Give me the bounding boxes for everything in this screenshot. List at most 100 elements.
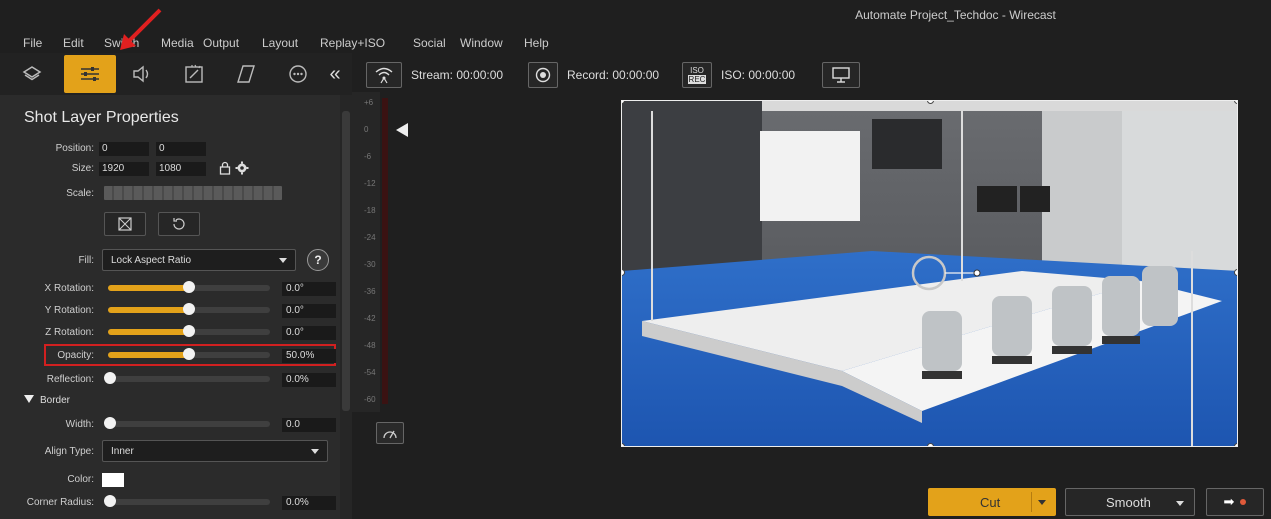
more-icon[interactable] (272, 55, 324, 93)
menu-output[interactable]: Output (203, 36, 239, 50)
reset-button[interactable] (158, 212, 200, 236)
reset-icon (173, 218, 185, 230)
corner-radius-value[interactable]: 0.0% (282, 496, 336, 510)
menu-window[interactable]: Window (460, 36, 503, 50)
scale-slider[interactable] (104, 186, 282, 200)
reflection-label: Reflection: (46, 374, 94, 385)
position-label: Position: (55, 143, 94, 154)
width-value[interactable]: 0.0 (282, 418, 336, 432)
y-rotation-value[interactable]: 0.0° (282, 304, 336, 318)
gear-icon[interactable] (235, 161, 249, 180)
menu-layout[interactable]: Layout (262, 36, 298, 50)
position-x-field[interactable]: 0 (99, 142, 149, 156)
z-rotation-slider[interactable] (108, 325, 270, 337)
preview-canvas[interactable] (621, 100, 1238, 447)
z-rotation-value[interactable]: 0.0° (282, 326, 336, 340)
go-button[interactable]: ➡ (1206, 488, 1264, 516)
slider-knob[interactable] (183, 325, 195, 337)
properties-scrollbar[interactable] (340, 95, 352, 519)
chevron-down-icon (279, 258, 287, 263)
chevron-down-icon[interactable] (1038, 500, 1046, 505)
width-slider[interactable] (104, 417, 270, 429)
meter-tick: -6 (364, 152, 372, 161)
menu-edit[interactable]: Edit (63, 36, 84, 50)
meter-tick: 0 (364, 125, 369, 134)
menu-file[interactable]: File (23, 36, 42, 50)
meter-tick: -48 (364, 341, 376, 350)
lock-icon[interactable] (219, 161, 231, 180)
panel-title: Shot Layer Properties (24, 109, 179, 126)
slider-knob[interactable] (183, 348, 195, 360)
reflection-slider[interactable] (104, 372, 270, 384)
position-y-field[interactable]: 0 (156, 142, 206, 156)
meter-bar (382, 98, 388, 404)
x-rotation-value[interactable]: 0.0° (282, 282, 336, 296)
slider-knob[interactable] (104, 417, 116, 429)
display-button[interactable] (822, 62, 860, 88)
magic-icon[interactable] (168, 55, 220, 93)
menu-social[interactable]: Social (413, 36, 446, 50)
resize-handle[interactable] (1234, 269, 1237, 276)
slider-knob[interactable] (104, 495, 116, 507)
slider-knob[interactable] (183, 281, 195, 293)
collapse-icon[interactable]: « (318, 55, 352, 93)
corner-radius-slider[interactable] (104, 495, 270, 507)
stream-button[interactable] (366, 62, 402, 88)
window-title: Automate Project_Techdoc - Wirecast (855, 8, 1056, 22)
help-button[interactable]: ? (307, 249, 329, 271)
border-section-label[interactable]: Border (40, 395, 70, 406)
stream-status: Stream: 00:00:00 (411, 68, 504, 82)
size-height-field[interactable]: 1080 (156, 162, 206, 176)
menu-replay-iso[interactable]: Replay+ISO (320, 36, 385, 50)
record-button[interactable] (528, 62, 558, 88)
scrollbar-thumb[interactable] (342, 111, 350, 411)
menu-bar: File Edit Switch Media Output Layout Rep… (0, 33, 560, 53)
meter-settings-button[interactable] (376, 422, 404, 444)
opacity-slider[interactable] (108, 348, 270, 360)
x-rotation-slider[interactable] (108, 281, 270, 293)
audio-icon[interactable] (116, 55, 168, 93)
meter-tick: +6 (364, 98, 374, 107)
arrow-right-icon: ➡ (1223, 494, 1235, 509)
smooth-label: Smooth (1106, 494, 1151, 510)
menu-media[interactable]: Media (161, 36, 194, 50)
fit-button[interactable] (104, 212, 146, 236)
smooth-button[interactable]: Smooth (1065, 488, 1195, 516)
slider-knob[interactable] (104, 372, 116, 384)
cut-button[interactable]: Cut (928, 488, 1056, 516)
y-rotation-slider[interactable] (108, 303, 270, 315)
triangle-down-icon[interactable] (24, 395, 34, 403)
iso-record-button[interactable]: ISO REC (682, 62, 712, 88)
iso-label-bottom: REC (687, 75, 707, 84)
skew-icon[interactable] (220, 55, 272, 93)
fill-value: Lock Aspect Ratio (111, 255, 192, 266)
chevron-down-icon[interactable] (1176, 501, 1184, 506)
shot-layer-properties: Shot Layer Properties Position: 0 0 Size… (0, 95, 340, 519)
resize-handle[interactable] (622, 443, 625, 446)
z-rotation-label: Z Rotation: (45, 327, 94, 338)
meter-tick: -18 (364, 206, 376, 215)
color-swatch[interactable] (102, 473, 124, 487)
reflection-value[interactable]: 0.0% (282, 373, 336, 387)
opacity-value[interactable]: 50.0% (282, 349, 336, 363)
resize-handle[interactable] (1234, 443, 1237, 446)
size-width-field[interactable]: 1920 (99, 162, 149, 176)
size-label: Size: (71, 163, 94, 174)
left-panel: « Shot Layer Properties Position: 0 0 Si… (0, 53, 352, 519)
wifi-icon (375, 67, 393, 84)
resize-handle[interactable] (927, 443, 934, 446)
cut-label: Cut (980, 494, 1001, 510)
resize-handle[interactable] (1234, 101, 1237, 104)
volume-pointer-icon[interactable] (396, 123, 408, 137)
sliders-icon[interactable] (64, 55, 116, 93)
slider-knob[interactable] (183, 303, 195, 315)
align-type-dropdown[interactable]: Inner (102, 440, 328, 462)
audio-meter: +6 0 -6 -12 -18 -24 -30 -36 -42 -48 -54 … (352, 92, 412, 512)
layers-icon[interactable] (6, 55, 58, 93)
meter-tick: -36 (364, 287, 376, 296)
fill-dropdown[interactable]: Lock Aspect Ratio (102, 249, 296, 271)
align-type-label: Align Type: (44, 446, 94, 457)
menu-help[interactable]: Help (524, 36, 549, 50)
annotation-arrow-icon (120, 8, 162, 50)
title-bar: Automate Project_Techdoc - Wirecast (0, 0, 1271, 30)
